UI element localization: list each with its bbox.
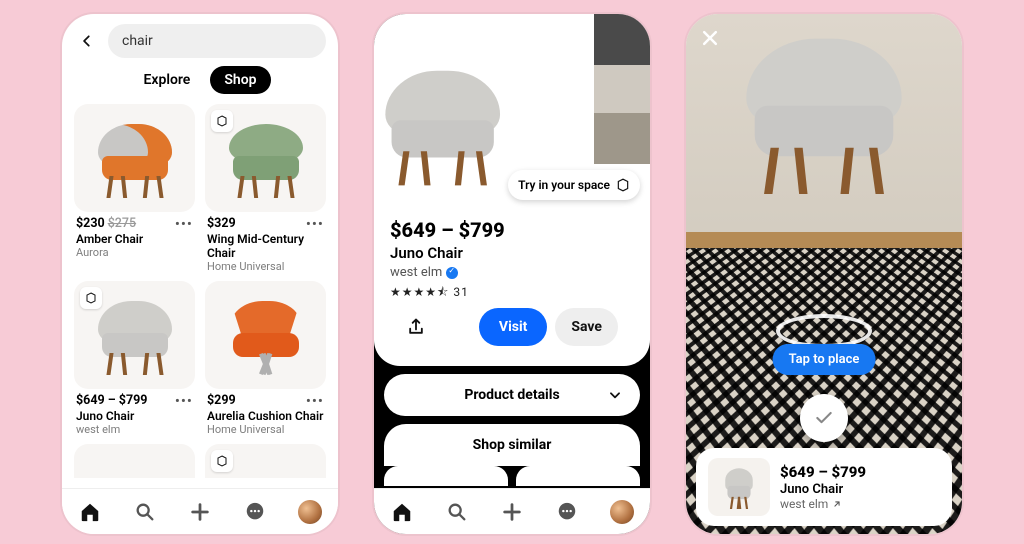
shop-similar-section[interactable]: Shop similar (384, 424, 640, 466)
bottom-nav (374, 488, 650, 534)
nav-search-icon[interactable] (133, 500, 157, 524)
chevron-down-icon (608, 388, 622, 402)
result-card[interactable]: $329 ••• Wing Mid-Century Chair Home Univ… (205, 104, 326, 275)
more-icon[interactable]: ••• (306, 220, 324, 228)
back-button[interactable] (74, 28, 100, 54)
result-name: Amber Chair (76, 232, 193, 246)
result-card[interactable]: $230$275 ••• Amber Chair Aurora (74, 104, 195, 275)
nav-search-icon[interactable] (445, 500, 469, 524)
result-price: $230$275 (76, 216, 136, 231)
nav-profile-avatar[interactable] (610, 500, 634, 524)
search-query: chair (122, 33, 153, 49)
phone-product-detail: Try in your space $649 – $799 Juno Chair… (374, 14, 650, 534)
try-in-space-button[interactable]: Try in your space (508, 170, 640, 200)
capture-button[interactable] (800, 394, 848, 442)
more-icon[interactable]: ••• (175, 220, 193, 228)
product-brand[interactable]: west elm (390, 265, 634, 280)
result-brand: Home Universal (207, 260, 324, 273)
share-button[interactable] (406, 317, 430, 337)
tap-to-place-button[interactable]: Tap to place (773, 344, 876, 375)
ar-cube-icon (616, 178, 630, 192)
result-brand: west elm (76, 423, 193, 436)
similar-card[interactable] (384, 466, 508, 486)
product-name: Juno Chair (390, 244, 634, 262)
product-details-section[interactable]: Product details (384, 374, 640, 416)
chevron-left-icon (80, 34, 94, 48)
product-thumbnail (708, 458, 770, 516)
external-link-icon (832, 499, 842, 509)
nav-messages-icon[interactable] (555, 500, 579, 524)
check-icon (814, 408, 834, 428)
tab-explore[interactable]: Explore (129, 66, 204, 94)
product-price: $649 – $799 (390, 218, 634, 242)
nav-home-icon[interactable] (78, 500, 102, 524)
visit-button[interactable]: Visit (479, 308, 548, 346)
more-icon[interactable]: ••• (175, 397, 193, 405)
nav-create-icon[interactable] (500, 500, 524, 524)
result-brand: Home Universal (207, 423, 324, 436)
product-name: Juno Chair (780, 482, 866, 497)
try-in-space-label: Try in your space (518, 178, 610, 192)
ar-placement-ring (776, 314, 872, 348)
result-card[interactable]: $299 ••• Aurelia Cushion Chair Home Unive… (205, 281, 326, 438)
more-icon[interactable]: ••• (306, 397, 324, 405)
result-card[interactable] (205, 444, 326, 478)
close-button[interactable] (700, 28, 720, 48)
bottom-nav (62, 488, 338, 534)
nav-profile-avatar[interactable] (298, 500, 322, 524)
ar-product-model[interactable] (734, 26, 915, 194)
result-price: $299 (207, 393, 236, 408)
result-card[interactable]: $649 – $799 ••• Juno Chair west elm (74, 281, 195, 438)
result-name: Wing Mid-Century Chair (207, 232, 324, 260)
nav-messages-icon[interactable] (243, 500, 267, 524)
tab-shop[interactable]: Shop (210, 66, 270, 94)
product-rating[interactable]: ★★★★⯪ 31 (390, 283, 634, 304)
result-price: $649 – $799 (76, 393, 147, 408)
product-price: $649 – $799 (780, 463, 866, 481)
result-name: Aurelia Cushion Chair (207, 409, 324, 423)
phone-search-results: chair Explore Shop $230$275 ••• Amber Cha… (62, 14, 338, 534)
verified-icon (446, 267, 458, 279)
nav-create-icon[interactable] (188, 500, 212, 524)
phone-ar-preview: Tap to place $649 – $799 Juno Chair west… (686, 14, 962, 534)
close-icon (700, 28, 720, 48)
result-name: Juno Chair (76, 409, 193, 423)
ar-badge-icon (211, 450, 233, 472)
similar-card[interactable] (516, 466, 640, 486)
result-card[interactable] (74, 444, 195, 478)
nav-home-icon[interactable] (390, 500, 414, 524)
product-hero[interactable]: Try in your space (374, 14, 650, 208)
result-price: $329 (207, 216, 236, 231)
product-brand-link[interactable]: west elm (780, 497, 866, 511)
result-brand: Aurora (76, 246, 193, 259)
search-input[interactable]: chair (108, 24, 326, 58)
ar-product-card[interactable]: $649 – $799 Juno Chair west elm (696, 448, 952, 526)
product-image (376, 61, 509, 185)
save-button[interactable]: Save (555, 308, 618, 346)
context-photo[interactable] (594, 14, 650, 164)
